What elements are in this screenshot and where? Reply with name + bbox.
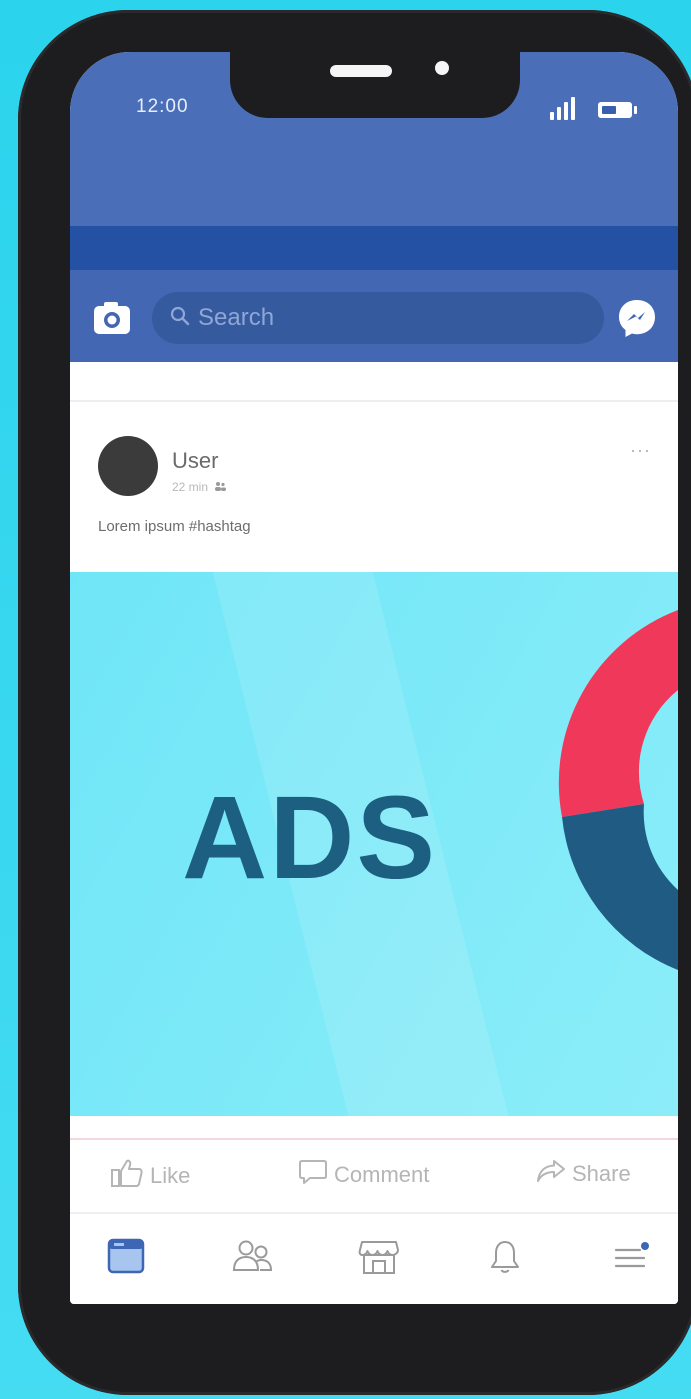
more-options-icon[interactable]: ··· [630, 440, 651, 461]
comment-button[interactable]: Comment [298, 1158, 429, 1192]
lifebuoy-ring-graphic [558, 610, 678, 970]
bottom-tab-bar [70, 1214, 678, 1304]
audience-icon [214, 480, 227, 494]
thumbs-up-icon [110, 1158, 144, 1194]
menu-icon[interactable] [608, 1234, 654, 1280]
speaker-grille [330, 65, 392, 77]
status-time: 12:00 [136, 96, 189, 117]
avatar[interactable] [98, 436, 158, 496]
share-icon [536, 1158, 566, 1190]
signal-icon [550, 96, 575, 120]
post-time: 22 min [172, 480, 209, 494]
header-stripe [70, 226, 678, 270]
feed-divider [70, 400, 678, 402]
phone-screen: 12:00 Search User 22 min ··· Lorem ipsum… [70, 52, 678, 1304]
ad-image[interactable]: ADS [70, 572, 678, 1116]
friends-icon[interactable] [230, 1234, 276, 1280]
like-button[interactable]: Like [110, 1158, 190, 1194]
home-icon[interactable] [104, 1234, 150, 1280]
phone-frame: 12:00 Search User 22 min ··· Lorem ipsum… [18, 10, 691, 1395]
ad-headline: ADS [182, 772, 438, 904]
bell-icon[interactable] [482, 1234, 528, 1280]
phone-notch [230, 40, 520, 118]
share-button[interactable]: Share [536, 1158, 631, 1190]
post-author[interactable]: User [172, 448, 218, 474]
share-label: Share [572, 1161, 631, 1186]
comment-label: Comment [334, 1162, 430, 1187]
marketplace-icon[interactable] [356, 1234, 402, 1280]
action-divider [70, 1138, 678, 1140]
search-placeholder: Search [198, 304, 275, 331]
post-meta: 22 min [172, 480, 227, 494]
messenger-icon[interactable] [614, 296, 660, 342]
search-icon [170, 306, 190, 331]
like-label: Like [150, 1163, 191, 1188]
camera-icon[interactable] [92, 300, 132, 336]
comment-icon [298, 1158, 328, 1192]
post-text: Lorem ipsum #hashtag [98, 518, 251, 535]
post-action-bar: Like Comment Share [70, 1142, 678, 1212]
front-camera [435, 61, 449, 75]
search-input[interactable]: Search [152, 292, 604, 344]
battery-icon [598, 102, 637, 118]
